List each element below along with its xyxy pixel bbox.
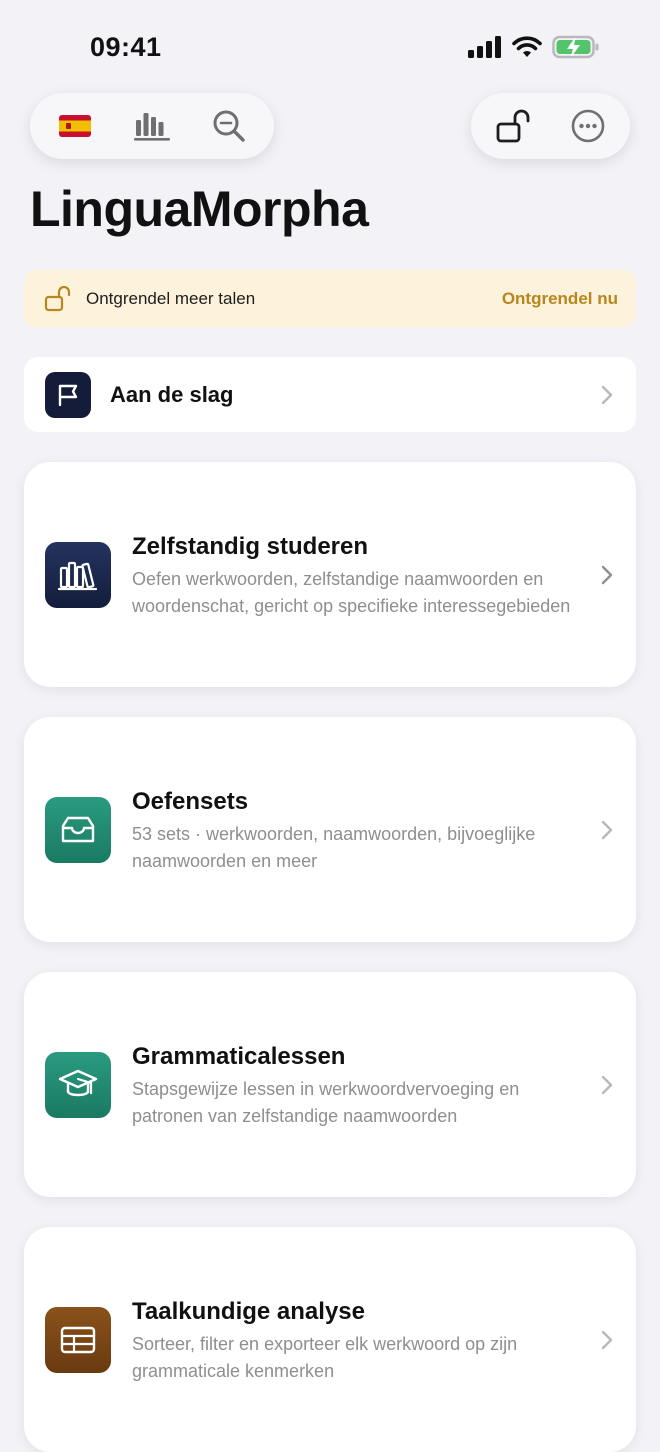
statistics-button[interactable] — [124, 98, 180, 154]
card-title: Taalkundige analyse — [132, 1298, 365, 1325]
language-button[interactable] — [47, 98, 103, 154]
spain-flag-icon — [58, 115, 91, 137]
card-description: Stapsgewijze lessen in werkwoordvervoegi… — [132, 1079, 520, 1126]
unlock-now-link[interactable]: Ontgrendel nu — [502, 289, 618, 309]
more-button[interactable] — [560, 98, 616, 154]
unlock-banner[interactable]: Ontgrendel meer talen Ontgrendel nu — [24, 270, 636, 327]
chart-icon — [133, 113, 170, 141]
get-started-icon-tile — [45, 371, 91, 418]
chevron-right-icon — [601, 1330, 613, 1349]
chevron-right-icon — [601, 565, 613, 584]
flag-icon — [58, 384, 78, 406]
cellular-signal-icon — [468, 36, 501, 58]
toolbar-left-group — [30, 93, 274, 159]
books-icon — [58, 561, 98, 590]
card-linguistic-analysis[interactable]: Taalkundige analyse Sorteer, filter en e… — [24, 1227, 636, 1452]
card-grammar-lessons[interactable]: Grammaticalessen Stapsgewijze lessen in … — [24, 972, 636, 1197]
wifi-icon — [512, 36, 542, 57]
inbox-tray-icon — [61, 816, 95, 842]
card-title: Zelfstandig studeren — [132, 533, 369, 560]
card-description: 53 sets · werkwoorden, naamwoorden, bijv… — [132, 824, 536, 871]
banner-text: Ontgrendel meer talen — [86, 288, 256, 308]
search-zoom-icon — [213, 110, 246, 142]
toolbar-right-group — [471, 93, 630, 159]
table-icon — [60, 1326, 96, 1353]
card-icon-tile — [45, 1051, 111, 1118]
card-title: Grammaticalessen — [132, 1043, 346, 1070]
card-title: Oefensets — [132, 788, 249, 815]
app-title: LinguaMorpha — [30, 181, 369, 237]
card-icon-tile — [45, 541, 111, 608]
status-bar: 09:41 — [0, 0, 660, 90]
search-button[interactable] — [201, 98, 257, 154]
card-practice-sets[interactable]: Oefensets 53 sets · werkwoorden, naamwoo… — [24, 717, 636, 942]
unlock-button[interactable] — [485, 98, 541, 154]
graduation-cap-icon — [58, 1069, 98, 1096]
status-icons — [468, 35, 600, 59]
chevron-right-icon — [601, 1075, 613, 1094]
battery-charging-icon — [552, 35, 599, 59]
card-self-study[interactable]: Zelfstandig studeren Oefen werkwoorden, … — [24, 462, 636, 687]
get-started-row[interactable]: Aan de slag — [24, 357, 636, 432]
chevron-right-icon — [601, 820, 613, 839]
status-time: 09:41 — [90, 32, 162, 62]
card-description: Sorteer, filter en exporteer elk werkwoo… — [132, 1334, 518, 1381]
card-icon-tile — [45, 796, 111, 863]
get-started-label: Aan de slag — [110, 381, 234, 407]
chevron-right-icon — [601, 385, 613, 404]
card-icon-tile — [45, 1306, 111, 1373]
card-description: Oefen werkwoorden, zelfstandige naamwoor… — [132, 569, 571, 616]
unlock-icon — [44, 285, 71, 311]
unlock-icon — [496, 109, 530, 143]
more-icon — [571, 109, 605, 143]
